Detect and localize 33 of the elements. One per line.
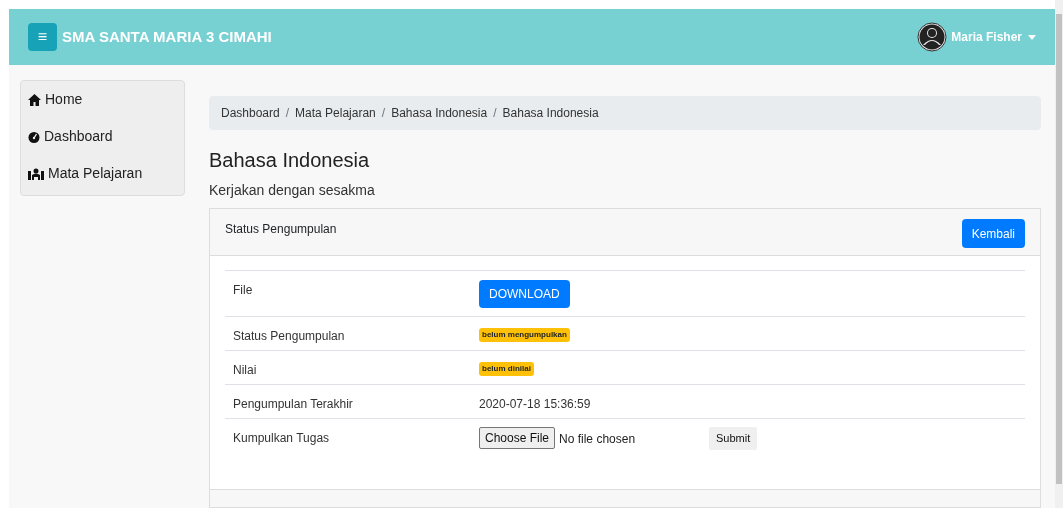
breadcrumb-separator: / [493,105,497,122]
file-status-text: No file chosen [559,431,637,448]
chalkboard-teacher-icon [28,167,44,180]
user-avatar-icon[interactable] [917,22,948,53]
breadcrumb-link[interactable]: Bahasa Indonesia [391,104,488,122]
download-button[interactable]: DOWNLOAD [479,280,570,308]
sidebar-link[interactable]: Dashboard [28,126,177,147]
breadcrumb-link[interactable]: Mata Pelajaran [295,104,376,122]
back-button[interactable]: Kembali [961,219,1025,248]
submit-button[interactable]: Submit [709,427,758,450]
home-icon [28,93,41,106]
choose-file-button[interactable]: Choose File [479,427,556,449]
row-label: Status Pengumpulan [232,328,346,345]
breadcrumb-separator: / [285,105,290,122]
status-badge: belum mengumpulkan [479,328,570,342]
scrollbar[interactable] [1055,0,1063,508]
row-label: Kumpulkan Tugas [232,430,331,447]
card-title: Status Pengumpulan [225,221,337,238]
row-label: Pengumpulan Terakhir [232,396,354,413]
gauge-icon [28,130,40,143]
breadcrumb-link[interactable]: Dashboard [221,104,280,122]
date-text: 2020-07-18 15:36:59 [479,396,591,413]
sidebar-link[interactable]: Home [28,89,177,110]
breadcrumb-separator: / [381,105,386,122]
caret-icon[interactable] [1028,34,1036,40]
brand-title: SMA SANTA MARIA 3 CIMAHI [62,26,272,47]
status-badge: belum dinilai [479,362,534,376]
page-subtitle: Kerjakan dengan sesakma [209,181,376,200]
page-title: Bahasa Indonesia [209,148,371,173]
row-label: Nilai [232,362,258,379]
breadcrumb-link[interactable]: Bahasa Indonesia [502,104,599,122]
row-label: File [232,282,254,299]
sidebar-link[interactable]: Mata Pelajaran [28,163,177,184]
